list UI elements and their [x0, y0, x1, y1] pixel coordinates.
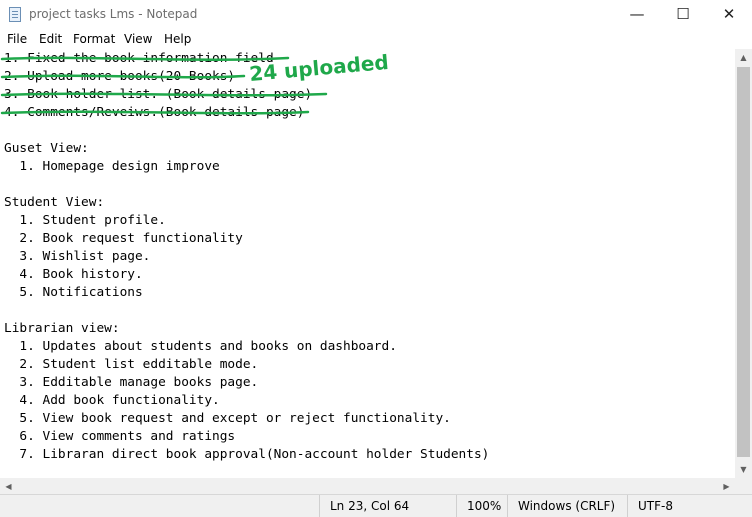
text-editor[interactable]: 1. Fixed the book information field 2. Up…: [0, 49, 735, 478]
minimize-button[interactable]: —: [614, 0, 660, 30]
line-ending: Windows (CRLF): [507, 495, 627, 517]
scroll-up-icon[interactable]: ▲: [735, 49, 752, 66]
strike-line-2: [0, 74, 246, 79]
horizontal-scrollbar[interactable]: ◀ ▶: [0, 478, 735, 494]
status-bar: Ln 23, Col 64 100% Windows (CRLF) UTF-8: [0, 494, 752, 517]
zoom-level: 100%: [456, 495, 507, 517]
vertical-scroll-thumb[interactable]: [737, 67, 750, 457]
vertical-scrollbar[interactable]: ▲ ▼: [735, 49, 752, 478]
strike-line-3: [0, 92, 328, 97]
scroll-corner: [735, 478, 752, 494]
menu-view[interactable]: View: [124, 32, 152, 46]
close-button[interactable]: ✕: [706, 0, 752, 30]
handwritten-annotations: 24 uploaded: [0, 50, 390, 115]
strike-line-4: [0, 110, 310, 115]
notepad-icon: [9, 7, 21, 22]
menu-help[interactable]: Help: [164, 32, 191, 46]
scroll-right-icon[interactable]: ▶: [718, 478, 735, 495]
menu-file[interactable]: File: [7, 32, 27, 46]
window-title: project tasks Lms - Notepad: [29, 7, 198, 21]
strike-line-1: [0, 56, 290, 61]
scroll-down-icon[interactable]: ▼: [735, 461, 752, 478]
maximize-button[interactable]: ☐: [660, 0, 706, 30]
encoding: UTF-8: [627, 495, 752, 517]
title-bar: project tasks Lms - Notepad — ☐ ✕: [0, 0, 752, 30]
scroll-left-icon[interactable]: ◀: [0, 478, 17, 495]
menu-edit[interactable]: Edit: [39, 32, 62, 46]
handwritten-note: 24 uploaded: [248, 50, 389, 86]
cursor-position: Ln 23, Col 64: [319, 495, 456, 517]
menu-format[interactable]: Format: [73, 32, 115, 46]
menu-bar: File Edit Format View Help: [0, 30, 752, 49]
